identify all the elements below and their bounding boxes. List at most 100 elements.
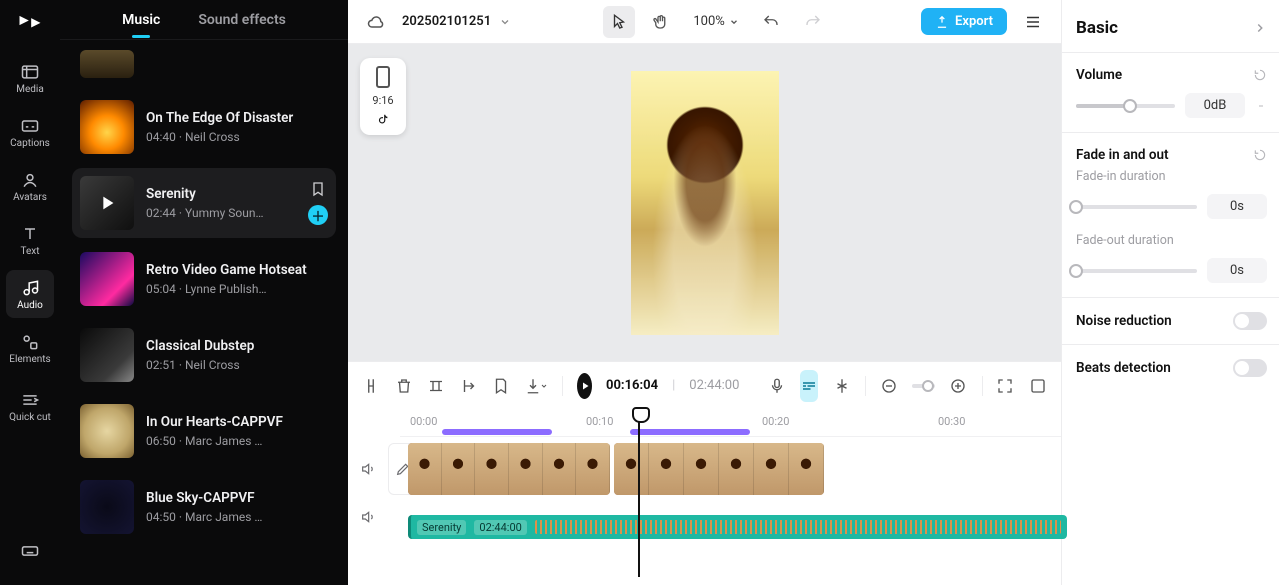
audio-track[interactable]: Serenity 02:44:00 — [400, 501, 1061, 533]
auto-captions-button[interactable] — [800, 370, 818, 402]
panel-title-text: Basic — [1076, 18, 1118, 38]
speaker-icon[interactable] — [360, 509, 376, 525]
media-icon — [20, 62, 40, 82]
elements-icon — [20, 332, 40, 352]
rail-elements[interactable]: Elements — [6, 324, 54, 372]
add-track-button[interactable]: ＋ — [308, 205, 328, 225]
preview-canvas[interactable]: 9:16 — [348, 44, 1061, 361]
split-button[interactable] — [362, 370, 380, 402]
marker-button[interactable] — [492, 370, 510, 402]
rail-avatars[interactable]: Avatars — [6, 162, 54, 210]
track-item[interactable] — [72, 50, 336, 86]
captions-icon — [20, 116, 40, 136]
export-icon — [935, 15, 949, 29]
noise-reduction-toggle[interactable] — [1233, 312, 1267, 330]
panel-title[interactable]: Basic — [1076, 18, 1267, 38]
nav-rail: Media Captions Avatars Text Audio Elemen… — [0, 0, 60, 585]
fade-out-value[interactable]: 0s — [1207, 258, 1267, 283]
hand-tool[interactable] — [645, 6, 677, 38]
music-panel-tabs: Music Sound effects — [60, 0, 348, 40]
play-button[interactable] — [577, 373, 592, 399]
fade-out-slider[interactable] — [1076, 269, 1197, 273]
timeline-zoom-slider[interactable] — [912, 384, 935, 388]
cloud-icon[interactable] — [360, 6, 392, 38]
rail-text[interactable]: Text — [6, 216, 54, 264]
rail-label: Quick cut — [9, 412, 51, 423]
aspect-card[interactable]: 9:16 — [360, 58, 406, 135]
app-logo[interactable] — [14, 8, 46, 40]
topbar: 202502101251 100% Export — [348, 0, 1061, 44]
tick: 00:00 — [410, 415, 437, 428]
beats-detection-row: Beats detection — [1076, 359, 1267, 377]
layout-button[interactable] — [1017, 6, 1049, 38]
chevron-down-icon — [499, 16, 511, 28]
zoom-level[interactable]: 100% — [693, 14, 738, 29]
tick: 00:20 — [762, 415, 789, 428]
tab-music[interactable]: Music — [122, 12, 160, 28]
tab-sound-effects[interactable]: Sound effects — [198, 12, 286, 28]
keyboard-icon — [20, 541, 40, 561]
audio-icon — [20, 278, 40, 298]
fit-button[interactable] — [996, 370, 1014, 402]
play-icon[interactable] — [80, 176, 134, 230]
zoom-out-button[interactable] — [879, 370, 897, 402]
export-button[interactable]: Export — [921, 8, 1007, 35]
preview-frame — [631, 71, 779, 335]
rail-captions[interactable]: Captions — [6, 108, 54, 156]
volume-slider[interactable] — [1076, 104, 1175, 108]
volume-value[interactable]: 0dB — [1185, 93, 1245, 118]
speaker-icon[interactable] — [360, 461, 376, 477]
reset-icon[interactable] — [1253, 148, 1267, 162]
fade-in-value[interactable]: 0s — [1207, 194, 1267, 219]
link-icon[interactable] — [1255, 100, 1267, 112]
fade-label: Fade in and out — [1076, 147, 1169, 163]
track-item[interactable]: Classical Dubstep 02:51 · Neil Cross — [72, 320, 336, 390]
playhead[interactable] — [638, 409, 640, 577]
fade-in-slider[interactable] — [1076, 205, 1197, 209]
video-clip-a[interactable] — [408, 443, 610, 495]
video-clip-b[interactable] — [614, 443, 824, 495]
audio-clip[interactable]: Serenity 02:44:00 — [408, 515, 1067, 539]
range-a[interactable] — [442, 429, 552, 435]
undo-button[interactable] — [755, 6, 787, 38]
delete-button[interactable] — [394, 370, 412, 402]
rail-label: Audio — [17, 300, 43, 311]
track-sub: 04:40 · Neil Cross — [146, 130, 328, 144]
track-item[interactable]: On The Edge Of Disaster 04:40 · Neil Cro… — [72, 92, 336, 162]
track-title: Classical Dubstep — [146, 338, 328, 355]
download-button[interactable] — [524, 370, 548, 402]
zoom-in-button[interactable] — [949, 370, 967, 402]
bookmark-icon[interactable] — [310, 181, 326, 197]
mic-button[interactable] — [767, 370, 785, 402]
center-area: 202502101251 100% Export 9:16 — [348, 0, 1061, 585]
track-item[interactable]: In Our Hearts-CAPPVF 06:50 · Marc James … — [72, 396, 336, 466]
beats-detection-toggle[interactable] — [1233, 359, 1267, 377]
chevron-right-icon — [1253, 21, 1267, 35]
expand-button[interactable] — [1029, 370, 1047, 402]
crop-button[interactable] — [427, 370, 445, 402]
tiktok-icon — [376, 113, 390, 127]
project-name: 202502101251 — [402, 14, 491, 29]
redo-button[interactable] — [797, 6, 829, 38]
track-item-selected[interactable]: Serenity 02:44 · Yummy Soun… ＋ — [72, 168, 336, 238]
timeline[interactable]: 00:00 00:10 00:20 00:30 Serenity 02:44:0… — [348, 409, 1061, 585]
rail-quickcut[interactable]: Quick cut — [6, 378, 54, 434]
rail-label: Media — [16, 84, 44, 95]
music-list[interactable]: On The Edge Of Disaster 04:40 · Neil Cro… — [60, 40, 348, 585]
track-item[interactable]: Retro Video Game Hotseat 05:04 · Lynne P… — [72, 244, 336, 314]
cursor-tool[interactable] — [603, 6, 635, 38]
rail-media[interactable]: Media — [6, 54, 54, 102]
fade-in-label: Fade-in duration — [1076, 169, 1267, 184]
reset-icon[interactable] — [1253, 68, 1267, 82]
project-title[interactable]: 202502101251 — [402, 14, 511, 29]
timeline-ruler[interactable]: 00:00 00:10 00:20 00:30 — [400, 409, 1061, 437]
magnet-button[interactable] — [832, 370, 850, 402]
track-item[interactable]: Blue Sky-CAPPVF 04:50 · Marc James … — [72, 472, 336, 542]
rail-audio[interactable]: Audio — [6, 270, 54, 318]
video-track[interactable] — [400, 443, 1061, 495]
phone-icon — [376, 66, 390, 88]
trim-left-button[interactable] — [459, 370, 477, 402]
rail-keyboard[interactable] — [6, 527, 54, 575]
track-thumb — [80, 100, 134, 154]
range-b[interactable] — [630, 429, 750, 435]
